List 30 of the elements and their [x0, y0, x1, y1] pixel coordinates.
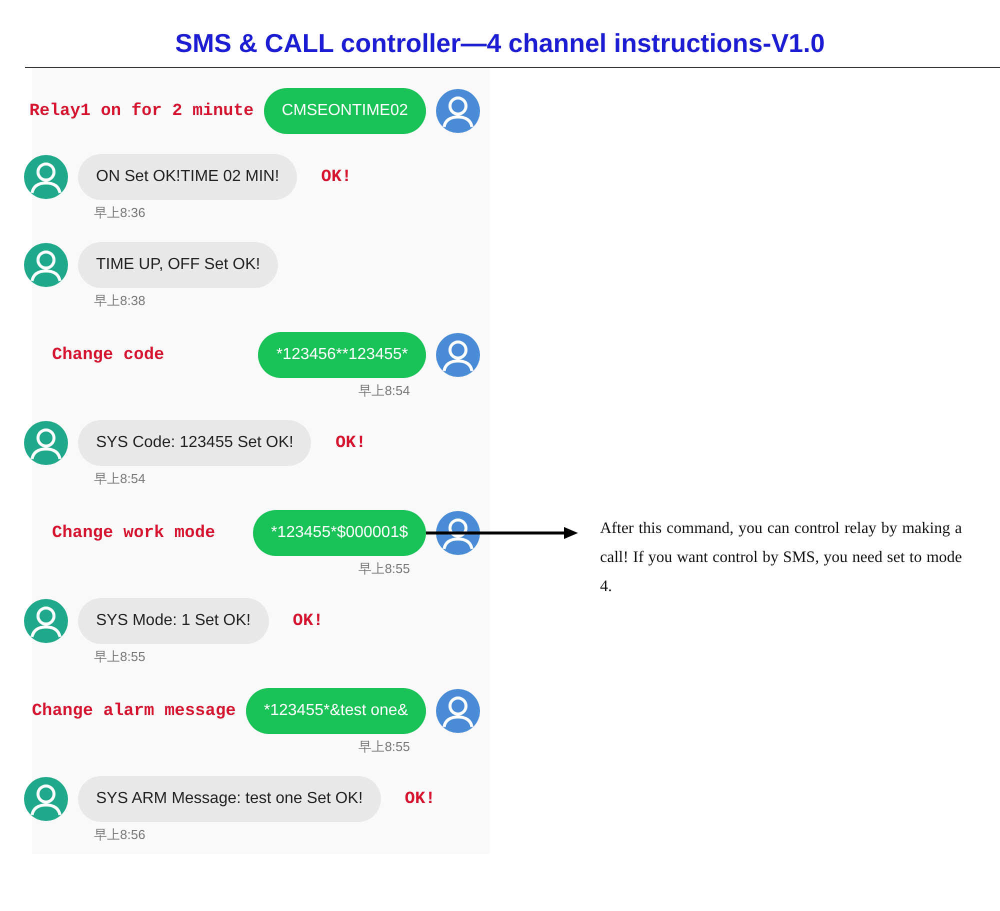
annotation-label: OK!	[321, 168, 352, 186]
message-bubble: *123456**123455*	[258, 332, 426, 378]
message-bubble: SYS Code: 123455 Set OK!	[78, 420, 312, 466]
message-bubble: TIME UP, OFF Set OK!	[78, 242, 278, 288]
avatar-icon	[436, 89, 480, 133]
message-time: 早上8:38	[94, 292, 146, 310]
message-bubble: CMSEONTIME02	[264, 88, 426, 134]
message-bubble: ON Set OK!TIME 02 MIN!	[78, 154, 298, 200]
side-note: After this command, you can control relay by making a call! If you want control by SMS, you need set to mode 4.	[600, 519, 962, 597]
annotation-label: OK!	[335, 434, 366, 452]
annotation-label: Relay1 on for 2 minute	[28, 102, 254, 120]
message-bubble: SYS Mode: 1 Set OK!	[78, 598, 269, 644]
avatar-icon	[436, 511, 480, 555]
message-time: 早上8:56	[94, 826, 146, 844]
annotation-label: OK!	[404, 790, 436, 808]
message-time: 早上8:55	[358, 560, 410, 578]
message-bubble: *123455*&test one&	[246, 688, 426, 734]
message-time: 早上8:54	[94, 470, 146, 488]
avatar-icon	[436, 333, 480, 377]
annotation-label: Change alarm message	[30, 702, 236, 720]
avatar-icon	[436, 689, 480, 733]
message-time: 早上8:36	[94, 204, 146, 222]
message-bubble: SYS ARM Message: test one Set OK!	[78, 776, 381, 822]
annotation-label: Change work mode	[51, 524, 216, 542]
annotation-label: OK!	[292, 612, 324, 630]
page-title: SMS & CALL controller—4 channel instructions-V1.0	[175, 27, 825, 59]
annotation-label: Change code	[51, 346, 164, 364]
message-time: 早上8:55	[358, 738, 410, 756]
message-time: 早上8:54	[358, 382, 410, 400]
message-time: 早上8:55	[94, 648, 146, 666]
